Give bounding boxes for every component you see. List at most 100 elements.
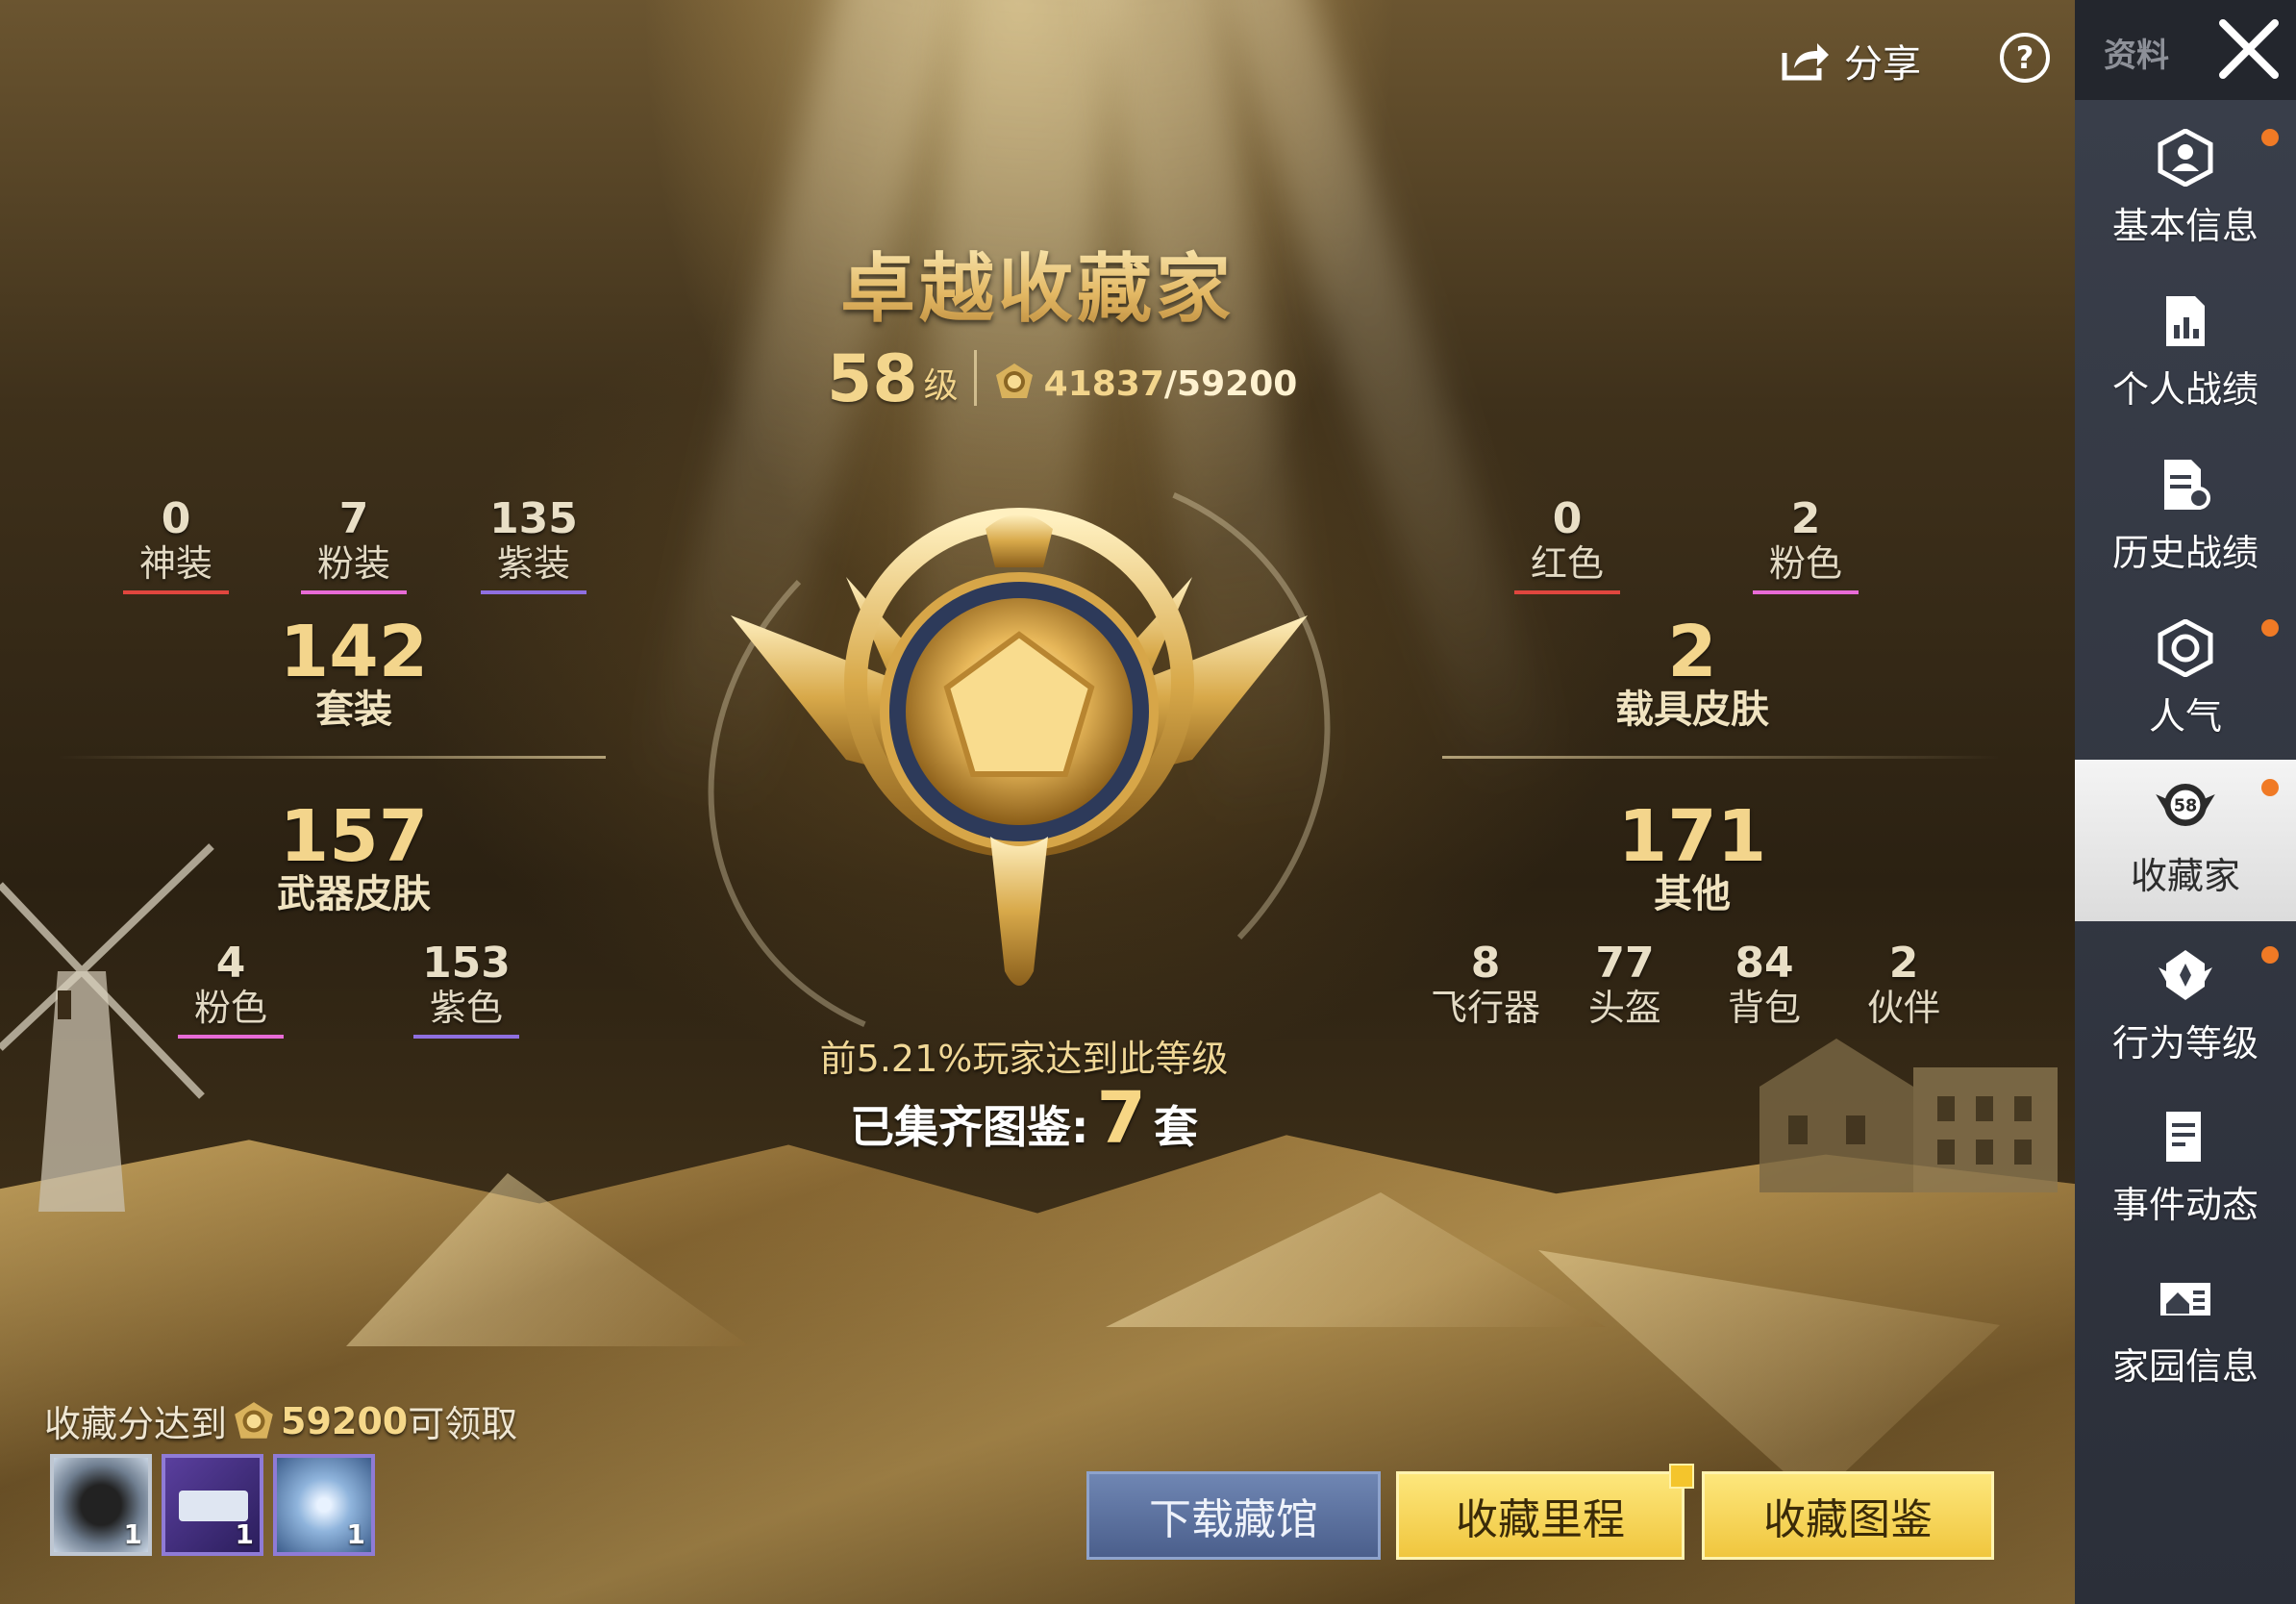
sidebar-item-basic-info[interactable]: 基本信息 — [2075, 110, 2296, 271]
notification-dot — [2261, 946, 2279, 964]
share-button[interactable]: 分享 — [1781, 33, 1921, 88]
stat-value: 8 — [1470, 939, 1501, 988]
stat-fenzhuang: 7 粉装 — [291, 496, 416, 594]
stat-label: 神装 — [138, 542, 212, 585]
level-row: 58 级 41837/59200 — [827, 337, 1297, 414]
collection-milestone-button[interactable]: 收藏里程 — [1396, 1471, 1685, 1560]
sidebar: 资料 基本信息 个人战绩 历史战绩 人气 58 收藏家 行为等级 事件动态 家园… — [2075, 0, 2296, 1604]
stat-weapon-pink: 4 粉色 — [173, 940, 288, 1039]
rank-percentile: 前5.21%玩家达到此等级 — [819, 1038, 1229, 1080]
sidebar-item-history[interactable]: 历史战绩 — [2075, 437, 2296, 598]
sidebar-item-label: 历史战绩 — [2111, 532, 2259, 574]
stat-label: 紫装 — [496, 542, 570, 585]
stat-label: 粉色 — [1768, 542, 1842, 585]
reward-suffix: 可领取 — [408, 1403, 518, 1445]
page-title: 卓越收藏家 — [0, 229, 2075, 337]
sets-prefix: 已集齐图鉴: — [850, 1101, 1089, 1153]
sidebar-item-home[interactable]: 家园信息 — [2075, 1250, 2296, 1412]
stat-value: 135 — [489, 494, 578, 543]
sets-count: 7 — [1096, 1077, 1146, 1160]
share-icon — [1782, 43, 1829, 81]
stat-weapons: 157 武器皮肤 — [210, 800, 498, 915]
share-label: 分享 — [1844, 42, 1921, 87]
stat-label: 载具皮肤 — [1615, 688, 1769, 732]
stat-others: 171 其他 — [1577, 800, 1808, 915]
stat-value: 2 — [1790, 494, 1821, 543]
gift-icon — [1669, 1464, 1694, 1489]
stat-vehicles: 2 载具皮肤 — [1577, 615, 1808, 731]
sets-collected: 已集齐图鉴: 7 套 — [0, 1077, 2048, 1160]
notification-dot — [2261, 619, 2279, 637]
stat-zizhuang: 135 紫装 — [471, 496, 596, 594]
sidebar-header: 资料 — [2075, 0, 2296, 100]
item-count: 1 — [346, 1518, 365, 1550]
stat-value: 77 — [1595, 939, 1655, 988]
stat-value: 4 — [215, 939, 246, 988]
chart-doc-icon — [2166, 296, 2205, 346]
collection-catalog-button[interactable]: 收藏图鉴 — [1702, 1471, 1994, 1560]
collector-screen: 卓越收藏家 58 级 41837/59200 分享 ? 0 神装 7 粉装 13… — [0, 0, 2296, 1604]
level-number: 58 — [827, 341, 918, 417]
stat-label: 粉装 — [316, 542, 390, 585]
sidebar-item-label: 事件动态 — [2111, 1184, 2259, 1226]
close-icon[interactable] — [2215, 15, 2283, 83]
sidebar-item-label: 个人战绩 — [2111, 368, 2259, 411]
sidebar-item-label: 行为等级 — [2111, 1022, 2259, 1065]
color-bar-pink — [301, 590, 407, 594]
notification-dot — [2261, 779, 2279, 796]
points-max: /59200 — [1163, 364, 1298, 404]
reward-title: 收藏分达到 59200 可领取 — [44, 1394, 517, 1447]
card-graphic — [179, 1491, 248, 1521]
notification-dot — [2261, 129, 2279, 146]
stat-label: 其他 — [1654, 872, 1731, 916]
badge-icon[interactable]: 1 — [273, 1454, 375, 1556]
color-bar-pink — [1753, 590, 1859, 594]
behavior-icon — [2159, 950, 2212, 1000]
stat-helmet: 77 头盔 — [1562, 939, 1687, 1030]
stat-label: 粉色 — [193, 987, 267, 1029]
stat-label: 伙伴 — [1866, 987, 1940, 1029]
level-unit: 级 — [923, 366, 959, 406]
sidebar-item-collector[interactable]: 58 收藏家 — [2075, 760, 2296, 921]
stat-value: 142 — [279, 611, 429, 693]
sidebar-item-personal-record[interactable]: 个人战绩 — [2075, 273, 2296, 435]
home-icon — [2160, 1283, 2210, 1316]
collection-points: 41837/59200 — [1044, 364, 1298, 404]
avatar-frame-icon[interactable]: 1 — [50, 1454, 152, 1556]
divider-line — [58, 756, 606, 759]
stat-weapon-purple: 153 紫色 — [409, 940, 524, 1039]
stat-companion: 2 伙伴 — [1841, 939, 1966, 1030]
item-count: 1 — [235, 1518, 254, 1550]
stat-shenzhuang: 0 神装 — [113, 496, 238, 594]
collection-points-icon — [995, 363, 1033, 398]
stat-label: 背包 — [1727, 987, 1801, 1029]
stat-value: 171 — [1617, 795, 1767, 878]
stat-value: 0 — [161, 494, 191, 543]
person-hex-icon — [2158, 128, 2213, 188]
history-doc-icon — [2164, 460, 2210, 510]
divider-line — [1442, 756, 2000, 759]
stat-value: 153 — [422, 939, 511, 988]
stat-aircraft: 8 飞行器 — [1423, 939, 1548, 1030]
stat-suits: 142 套装 — [238, 615, 469, 731]
card-icon[interactable]: 1 — [162, 1454, 263, 1556]
sidebar-item-behavior-level[interactable]: 行为等级 — [2075, 927, 2296, 1089]
sidebar-item-label: 收藏家 — [2130, 855, 2240, 897]
stat-vehicle-pink: 2 粉色 — [1743, 496, 1868, 594]
sidebar-item-label: 家园信息 — [2111, 1345, 2259, 1388]
stat-label: 武器皮肤 — [277, 872, 431, 916]
sidebar-item-popularity[interactable]: 人气 — [2075, 600, 2296, 762]
stat-value: 157 — [279, 795, 429, 878]
item-count: 1 — [123, 1518, 142, 1550]
stat-value: 2 — [1888, 939, 1919, 988]
reward-threshold: 59200 — [281, 1399, 409, 1442]
divider — [973, 350, 977, 406]
stat-value: 0 — [1552, 494, 1583, 543]
collector-badge-level: 58 — [2174, 797, 2197, 816]
sidebar-item-label: 人气 — [2148, 695, 2222, 738]
download-museum-button[interactable]: 下载藏馆 — [1086, 1471, 1381, 1560]
sidebar-item-label: 基本信息 — [2111, 205, 2259, 247]
sidebar-item-events[interactable]: 事件动态 — [2075, 1089, 2296, 1250]
help-button[interactable]: ? — [2000, 33, 2050, 83]
reward-items: 1 1 1 — [50, 1454, 375, 1556]
